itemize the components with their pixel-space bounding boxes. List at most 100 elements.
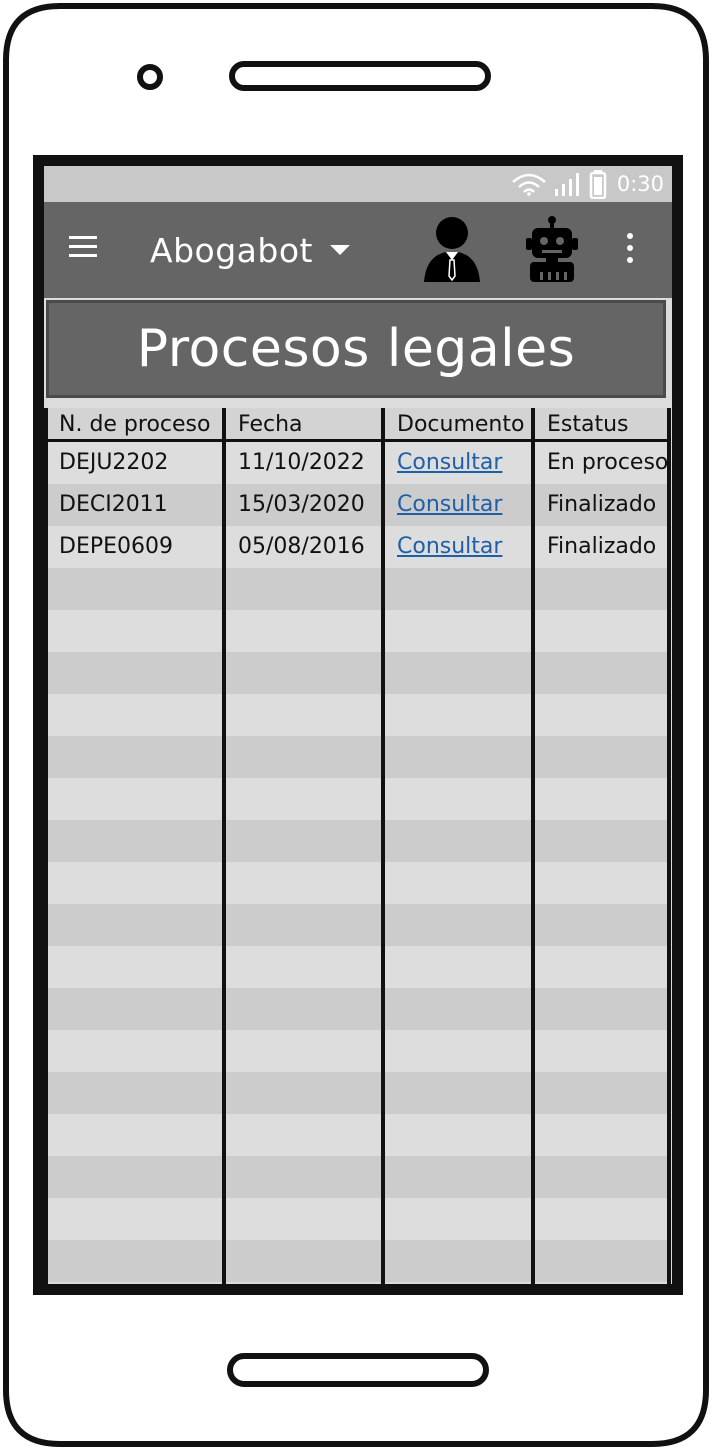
table-cell-empty: [535, 694, 667, 736]
table-cell-documento: Consultar: [385, 442, 531, 484]
column-header-estatus[interactable]: Estatus: [535, 408, 667, 442]
table-cell-empty: [47, 1072, 225, 1114]
status-time: 0:30: [616, 172, 664, 196]
table-cell-empty: [535, 568, 667, 610]
table-cell-empty: [226, 1072, 381, 1114]
table-cell-empty: [226, 610, 381, 652]
table-cell-empty: [47, 694, 225, 736]
menu-icon[interactable]: [68, 234, 98, 260]
table-cell-estatus: Finalizado: [535, 484, 667, 526]
table-cell-empty: [226, 778, 381, 820]
column-body-estatus: En proceso Finalizado Finalizado: [535, 442, 667, 1282]
app-screen: 0:30 Abogabot Procesos legales N. de pro…: [44, 166, 672, 1284]
table-cell-fecha: 05/08/2016: [226, 526, 381, 568]
column-divider: [222, 408, 226, 1284]
table-cell-proceso: DEJU2202: [47, 442, 225, 484]
column-divider: [667, 408, 671, 1284]
table-cell-empty: [385, 904, 531, 946]
table-cell-empty: [535, 1030, 667, 1072]
table-cell-documento: Consultar: [385, 526, 531, 568]
table-cell-empty: [226, 694, 381, 736]
column-header-fecha[interactable]: Fecha: [226, 408, 381, 442]
table-cell-empty: [226, 1240, 381, 1282]
column-divider: [531, 408, 535, 1284]
page-title: Procesos legales: [136, 319, 576, 379]
table-cell-empty: [535, 1072, 667, 1114]
table-cell-empty: [385, 778, 531, 820]
table-cell-empty: [535, 610, 667, 652]
signal-icon: [554, 173, 579, 196]
table-cell-fecha: 15/03/2020: [226, 484, 381, 526]
home-button: [227, 1353, 489, 1387]
table-cell-empty: [226, 652, 381, 694]
column-documento: Documento Consultar Consultar Consultar: [385, 408, 531, 1284]
table-cell-empty: [385, 946, 531, 988]
table-cell-proceso: DEPE0609: [47, 526, 225, 568]
table-cell-empty: [47, 736, 225, 778]
table-cell-empty: [47, 568, 225, 610]
column-body-documento: Consultar Consultar Consultar: [385, 442, 531, 1282]
table-cell-empty: [47, 1240, 225, 1282]
earpiece-speaker: [229, 61, 491, 91]
table-cell-empty: [226, 862, 381, 904]
table-cell-empty: [226, 904, 381, 946]
table-cell-empty: [385, 1198, 531, 1240]
table-cell-empty: [385, 652, 531, 694]
table-cell-empty: [535, 736, 667, 778]
more-vertical-icon[interactable]: [620, 232, 640, 266]
table-cell-empty: [47, 652, 225, 694]
table-cell-empty: [226, 736, 381, 778]
user-icon[interactable]: [420, 216, 484, 284]
column-body-proceso: DEJU2202 DECI2011 DEPE0609: [47, 442, 225, 1282]
column-proceso: N. de proceso DEJU2202 DECI2011 DEPE0609: [47, 408, 225, 1284]
table-cell-empty: [385, 1072, 531, 1114]
column-header-documento[interactable]: Documento: [385, 408, 531, 442]
dropdown-caret-icon: [329, 245, 350, 255]
table-cell-empty: [385, 988, 531, 1030]
column-header-proceso[interactable]: N. de proceso: [47, 408, 225, 442]
table-cell-empty: [385, 694, 531, 736]
status-icons: 0:30: [511, 170, 664, 199]
page-header: Procesos legales: [46, 300, 666, 398]
table-cell-empty: [47, 1156, 225, 1198]
table-cell-empty: [226, 946, 381, 988]
table-cell-proceso: DECI2011: [47, 484, 225, 526]
table-cell-fecha: 11/10/2022: [226, 442, 381, 484]
table-cell-documento: Consultar: [385, 484, 531, 526]
column-fecha: Fecha 11/10/2022 15/03/2020 05/08/2016: [226, 408, 381, 1284]
table-cell-empty: [385, 610, 531, 652]
table-cell-empty: [385, 736, 531, 778]
table-cell-empty: [385, 1240, 531, 1282]
column-divider: [381, 408, 385, 1284]
table-cell-empty: [385, 820, 531, 862]
table-cell-empty: [226, 1114, 381, 1156]
consultar-link[interactable]: Consultar: [397, 492, 502, 517]
table-cell-empty: [226, 1156, 381, 1198]
column-estatus: Estatus En proceso Finalizado Finalizado: [535, 408, 667, 1284]
table-cell-empty: [47, 904, 225, 946]
table-cell-empty: [385, 568, 531, 610]
app-selector[interactable]: Abogabot: [150, 222, 351, 278]
table-cell-empty: [535, 904, 667, 946]
table-cell-empty: [47, 988, 225, 1030]
consultar-link[interactable]: Consultar: [397, 450, 502, 475]
table-cell-empty: [47, 862, 225, 904]
camera-icon: [137, 64, 163, 90]
table-cell-empty: [385, 1156, 531, 1198]
table-cell-empty: [226, 568, 381, 610]
table-cell-empty: [535, 652, 667, 694]
table-cell-empty: [47, 1198, 225, 1240]
table-cell-empty: [226, 820, 381, 862]
table-cell-empty: [47, 610, 225, 652]
table-cell-empty: [535, 1240, 667, 1282]
column-body-fecha: 11/10/2022 15/03/2020 05/08/2016: [226, 442, 381, 1282]
consultar-link[interactable]: Consultar: [397, 534, 502, 559]
table-cell-empty: [535, 946, 667, 988]
table-cell-empty: [385, 1030, 531, 1072]
table-cell-empty: [535, 1156, 667, 1198]
table-cell-estatus: Finalizado: [535, 526, 667, 568]
robot-icon[interactable]: [520, 216, 584, 284]
table-cell-empty: [535, 1114, 667, 1156]
table-cell-empty: [47, 1030, 225, 1072]
table-cell-empty: [535, 820, 667, 862]
